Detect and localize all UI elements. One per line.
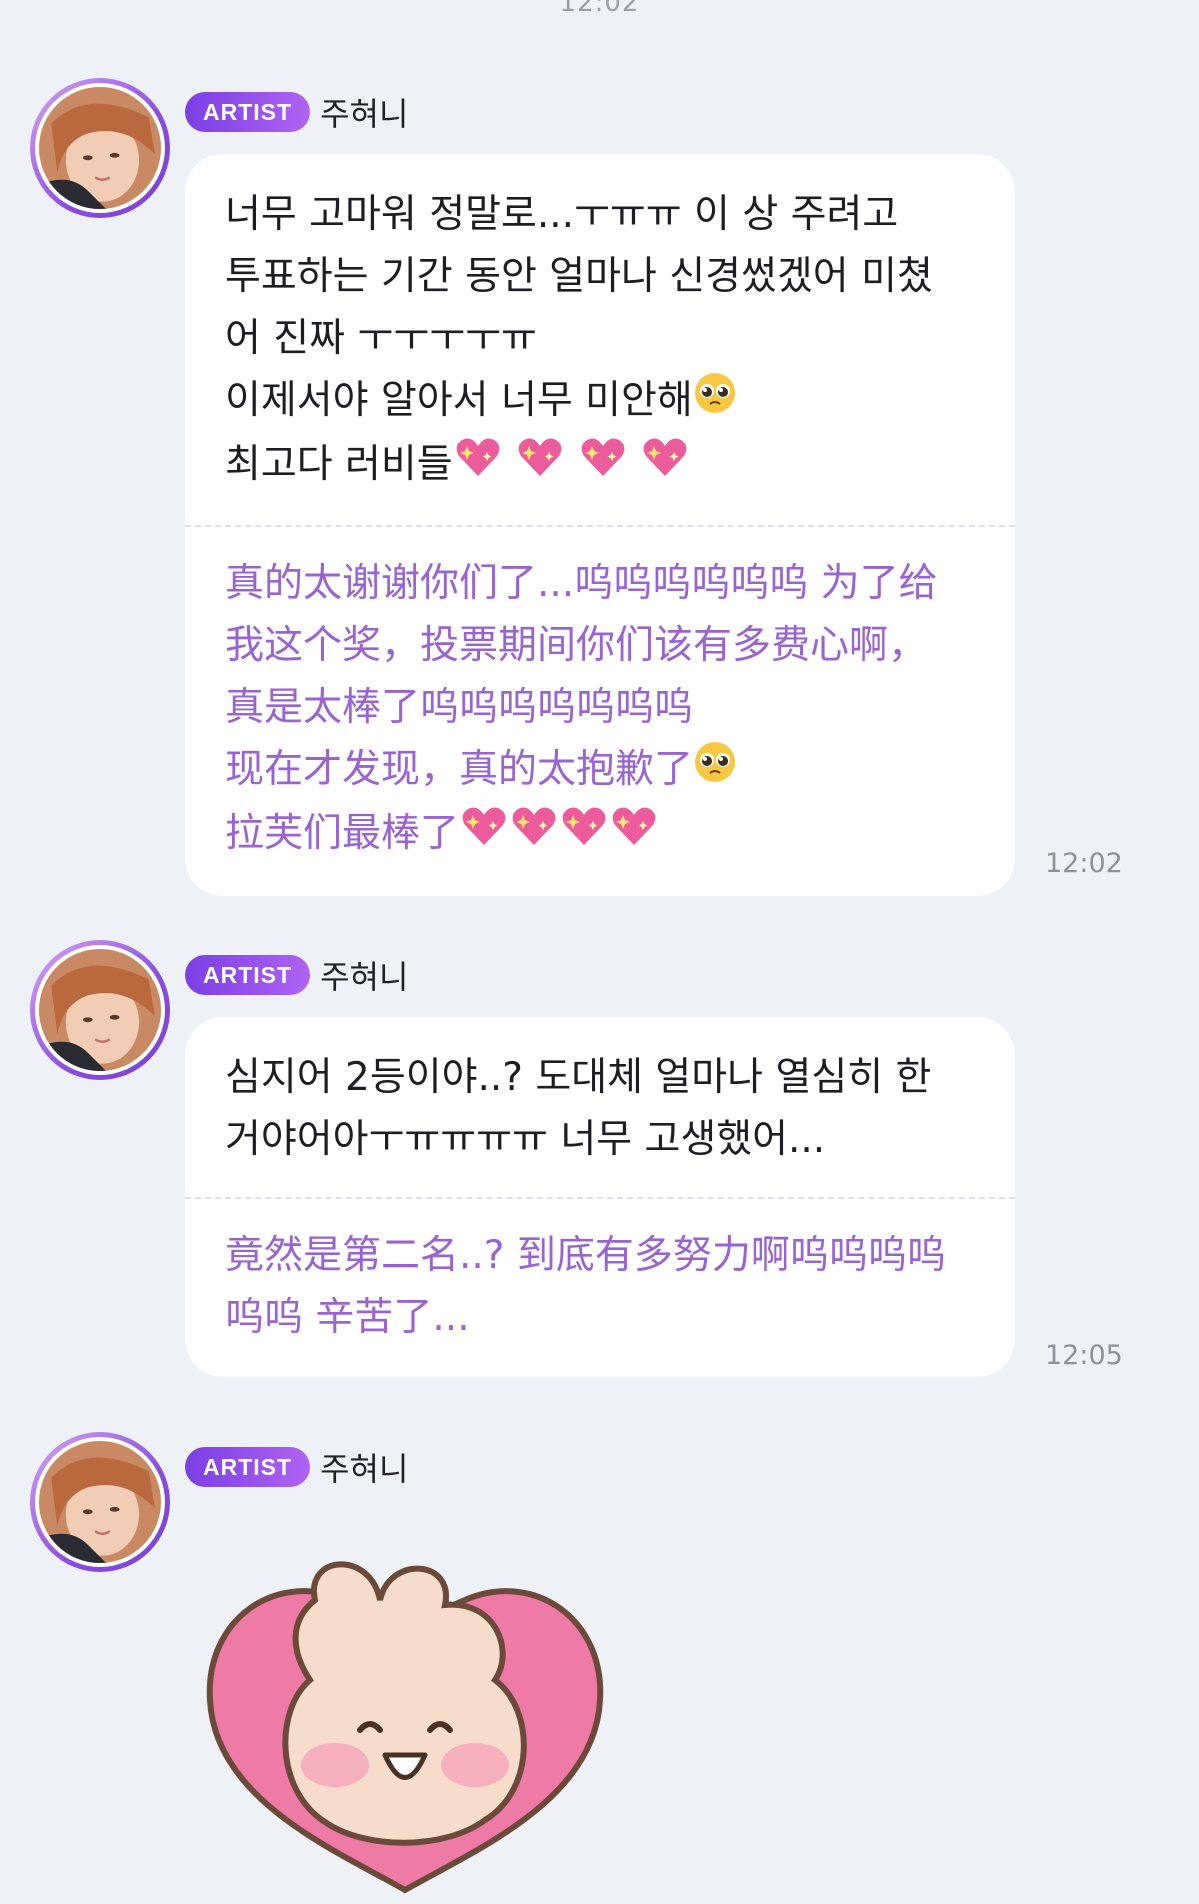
korean-line: 심지어 2등이야..? 도대체 얼마나 열심히 한	[225, 1055, 932, 1100]
message-timestamp: 12:02	[1045, 848, 1123, 879]
korean-line: 투표하는 기간 동안 얼마나 신경썼겠어 미쳤	[225, 254, 933, 299]
sparkling-hearts	[453, 438, 690, 487]
chinese-line: 拉芙们最棒了	[225, 811, 460, 856]
sparkling-heart-emoji	[515, 434, 565, 499]
sparkling-heart-emoji	[578, 434, 628, 499]
chinese-line: 呜呜 辛苦了...	[225, 1295, 470, 1340]
chinese-line: 现在才发现，真的太抱歉了	[225, 747, 694, 792]
chinese-line: 竟然是第二名..? 到底有多努力啊呜呜呜呜	[225, 1233, 946, 1278]
artist-avatar[interactable]	[30, 940, 170, 1080]
chinese-line: 真的太谢谢你们了...呜呜呜呜呜呜 为了给	[225, 561, 938, 606]
bunny-heart-sticker[interactable]	[195, 1560, 615, 1900]
korean-line: 최고다 러비들	[225, 442, 453, 487]
pleading-face-emoji	[693, 371, 737, 434]
artist-badge: ARTIST	[185, 92, 311, 132]
sparkling-heart-emoji	[509, 803, 559, 868]
sparkling-heart-emoji	[640, 434, 690, 499]
avatar-photo-icon	[39, 87, 161, 209]
artist-avatar[interactable]	[30, 78, 170, 218]
chinese-translation: 竟然是第二名..? 到底有多努力啊呜呜呜呜 呜呜 辛苦了...	[185, 1199, 1015, 1377]
message-bubble[interactable]: 심지어 2등이야..? 도대체 얼마나 열심히 한 거야어아ㅜㅠㅠㅠㅠ 너무 고…	[185, 1017, 1015, 1377]
artist-badge: ARTIST	[185, 1447, 311, 1487]
chinese-translation: 真的太谢谢你们了...呜呜呜呜呜呜 为了给 我这个奖，投票期间你们该有多费心啊，…	[185, 527, 1015, 896]
avatar-photo-icon	[39, 1441, 161, 1563]
message-bubble[interactable]: 너무 고마워 정말로...ㅜㅠㅠ 이 상 주려고 투표하는 기간 동안 얼마나 …	[185, 154, 1015, 896]
chinese-line: 真是太棒了呜呜呜呜呜呜呜	[225, 685, 694, 730]
sparkling-heart-emoji	[459, 803, 509, 868]
sender-name: 주혀니	[320, 1450, 409, 1488]
avatar-photo-icon	[39, 949, 161, 1071]
korean-line: 이제서야 알아서 너무 미안해	[225, 378, 693, 423]
korean-line: 어 진짜 ㅜㅜㅜㅜㅠ	[225, 316, 537, 361]
sparkling-heart-emoji	[609, 803, 659, 868]
chinese-line: 我这个奖，投票期间你们该有多费心啊，	[225, 623, 928, 668]
korean-text: 너무 고마워 정말로...ㅜㅠㅠ 이 상 주려고 투표하는 기간 동안 얼마나 …	[185, 154, 1015, 525]
sparkling-heart-emoji	[453, 434, 503, 499]
korean-text: 심지어 2등이야..? 도대체 얼마나 열심히 한 거야어아ㅜㅠㅠㅠㅠ 너무 고…	[185, 1017, 1015, 1197]
korean-line: 너무 고마워 정말로...ㅜㅠㅠ 이 상 주려고	[225, 192, 899, 237]
pleading-face-emoji	[693, 740, 737, 803]
artist-badge: ARTIST	[185, 955, 311, 995]
message-timestamp: 12:05	[1045, 1340, 1123, 1371]
korean-line: 거야어아ㅜㅠㅠㅠㅠ 너무 고생했어...	[225, 1117, 826, 1162]
top-timestamp: 12:02	[559, 0, 640, 18]
artist-avatar[interactable]	[30, 1432, 170, 1572]
sender-name: 주혀니	[320, 958, 409, 996]
sparkling-heart-emoji	[559, 803, 609, 868]
sender-name: 주혀니	[320, 95, 409, 133]
sparkling-hearts	[459, 807, 659, 856]
